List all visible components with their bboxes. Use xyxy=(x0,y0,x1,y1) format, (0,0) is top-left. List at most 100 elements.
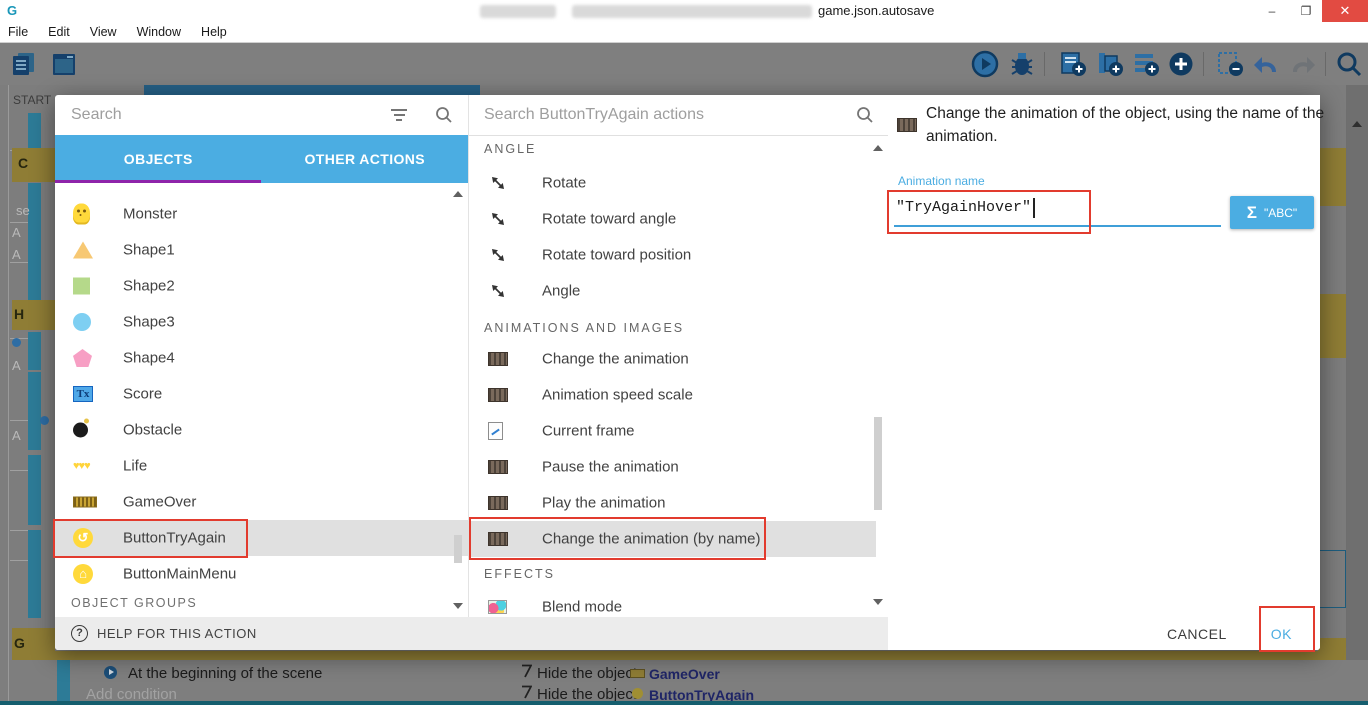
action-search-input[interactable] xyxy=(484,106,824,124)
menu-view[interactable]: View xyxy=(90,25,117,39)
search-icon[interactable] xyxy=(856,106,874,124)
scene-tab-label[interactable]: START xyxy=(13,93,51,107)
object-list-item[interactable]: ⌂ButtonMainMenu xyxy=(55,556,468,592)
redo-icon[interactable] xyxy=(1289,50,1317,78)
object-list-item[interactable]: Shape3 xyxy=(55,304,468,340)
search-icon[interactable] xyxy=(1335,50,1363,78)
action-label: Change the animation xyxy=(542,351,689,368)
action-label: Rotate toward angle xyxy=(542,211,676,228)
object-list-item[interactable]: Obstacle xyxy=(55,412,468,448)
dialog-footer-right: CANCEL OK xyxy=(888,617,1320,650)
object-list-item[interactable]: ♥♥♥Life xyxy=(55,448,468,484)
action-description: Change the animation of the object, usin… xyxy=(926,102,1326,148)
debug-icon[interactable] xyxy=(1008,50,1036,78)
help-for-this-action-link[interactable]: HELP FOR THIS ACTION xyxy=(97,626,257,641)
action-label: Rotate xyxy=(542,175,586,192)
event-row-area: At the beginning of the scene Add condit… xyxy=(0,660,1368,702)
object-label: GameOver xyxy=(123,494,196,511)
menu-bar: File Edit View Window Help xyxy=(0,22,1368,43)
menu-file[interactable]: File xyxy=(8,25,28,39)
scroll-up-arrow[interactable] xyxy=(453,191,463,197)
action-editor-dialog: OBJECTS OTHER ACTIONS Monster Shape1 Sha… xyxy=(55,95,1320,650)
action-list-item[interactable]: Rotate xyxy=(468,165,876,201)
action-object-name[interactable]: GameOver xyxy=(649,666,720,682)
cancel-button[interactable]: CANCEL xyxy=(1167,626,1227,642)
add-comment-icon[interactable] xyxy=(1132,50,1160,78)
expression-editor-button[interactable]: Σ "ABC" xyxy=(1230,196,1314,229)
object-search-input[interactable] xyxy=(71,106,371,124)
delete-event-icon[interactable] xyxy=(1216,50,1244,78)
object-list-item[interactable]: Shape1 xyxy=(55,232,468,268)
scene-start-condition-icon xyxy=(104,666,117,679)
tab-bar: OBJECTS OTHER ACTIONS xyxy=(55,135,468,183)
annotation-box-ok-button xyxy=(1259,606,1315,652)
object-label: Score xyxy=(123,386,162,403)
behavior-icon xyxy=(40,416,49,425)
highlighted-action-block xyxy=(1318,294,1346,358)
gameover-object-icon xyxy=(73,497,97,508)
event-text-fragment: A xyxy=(12,358,21,373)
action-list-item[interactable]: Angle xyxy=(468,273,876,309)
annotation-box-animation-name-input xyxy=(887,190,1091,234)
close-button[interactable]: ✕ xyxy=(1322,0,1368,22)
object-list-item[interactable]: GameOver xyxy=(55,484,468,520)
event-text-fragment: A xyxy=(12,247,21,262)
toolbar-separator xyxy=(1203,52,1204,76)
event-condition-text[interactable]: At the beginning of the scene xyxy=(128,665,322,682)
scroll-down-arrow[interactable] xyxy=(873,599,883,605)
highlighted-action-block xyxy=(1318,148,1346,206)
scene-editor-icon[interactable] xyxy=(50,50,78,78)
add-subevent-icon[interactable] xyxy=(1096,50,1124,78)
menu-edit[interactable]: Edit xyxy=(48,25,70,39)
object-label: Shape4 xyxy=(123,350,175,367)
scroll-up-arrow[interactable] xyxy=(873,145,883,151)
tab-objects[interactable]: OBJECTS xyxy=(55,135,262,183)
action-text[interactable]: Hide the object xyxy=(537,665,637,682)
scrollbar-thumb[interactable] xyxy=(454,535,462,563)
action-list-item[interactable]: Pause the animation xyxy=(468,449,876,485)
scrollbar-thumb[interactable] xyxy=(874,417,882,510)
blurred-title-segment xyxy=(480,5,556,18)
action-list-item[interactable]: Animation speed scale xyxy=(468,377,876,413)
selected-action-outline xyxy=(1316,550,1346,608)
play-icon[interactable] xyxy=(971,50,999,78)
rotate-toward-position-icon xyxy=(488,245,508,265)
action-list-item[interactable]: Change the animation xyxy=(468,341,876,377)
add-event-icon[interactable] xyxy=(1059,50,1087,78)
sigma-icon: Σ xyxy=(1247,203,1257,223)
tab-other-actions[interactable]: OTHER ACTIONS xyxy=(262,135,469,183)
animation-icon xyxy=(897,118,917,132)
action-label: Pause the animation xyxy=(542,459,679,476)
event-indent-bar xyxy=(28,530,41,618)
undo-icon[interactable] xyxy=(1252,50,1280,78)
project-manager-icon[interactable] xyxy=(10,50,38,78)
object-list-item[interactable]: TxScore xyxy=(55,376,468,412)
object-list-item[interactable]: Shape2 xyxy=(55,268,468,304)
object-label: Shape1 xyxy=(123,242,175,259)
divider xyxy=(8,660,9,702)
hide-action-icon xyxy=(521,664,532,678)
menu-help[interactable]: Help xyxy=(201,25,227,39)
action-list-item[interactable]: Blend mode xyxy=(468,589,876,617)
action-label: Current frame xyxy=(542,423,635,440)
action-search-row xyxy=(468,95,888,135)
object-list-item[interactable]: Shape4 xyxy=(55,340,468,376)
add-circle-icon[interactable] xyxy=(1167,50,1195,78)
restore-button[interactable]: ❐ xyxy=(1290,0,1322,22)
object-list-item[interactable]: Monster xyxy=(55,196,468,232)
scene-tab[interactable] xyxy=(144,85,480,95)
events-scrollbar[interactable] xyxy=(1346,85,1368,702)
divider xyxy=(468,135,888,136)
scroll-up-arrow[interactable] xyxy=(1352,121,1362,127)
action-list-item[interactable]: Rotate toward position xyxy=(468,237,876,273)
minimize-button[interactable]: – xyxy=(1256,0,1288,22)
action-list-item[interactable]: Play the animation xyxy=(468,485,876,521)
action-list-item[interactable]: Current frame xyxy=(468,413,876,449)
action-list-item[interactable]: Rotate toward angle xyxy=(468,201,876,237)
scroll-down-arrow[interactable] xyxy=(453,603,463,609)
rotate-icon xyxy=(488,173,508,193)
animation-icon xyxy=(488,388,508,402)
search-icon[interactable] xyxy=(435,106,453,124)
action-label: Blend mode xyxy=(542,599,622,616)
menu-window[interactable]: Window xyxy=(137,25,181,39)
